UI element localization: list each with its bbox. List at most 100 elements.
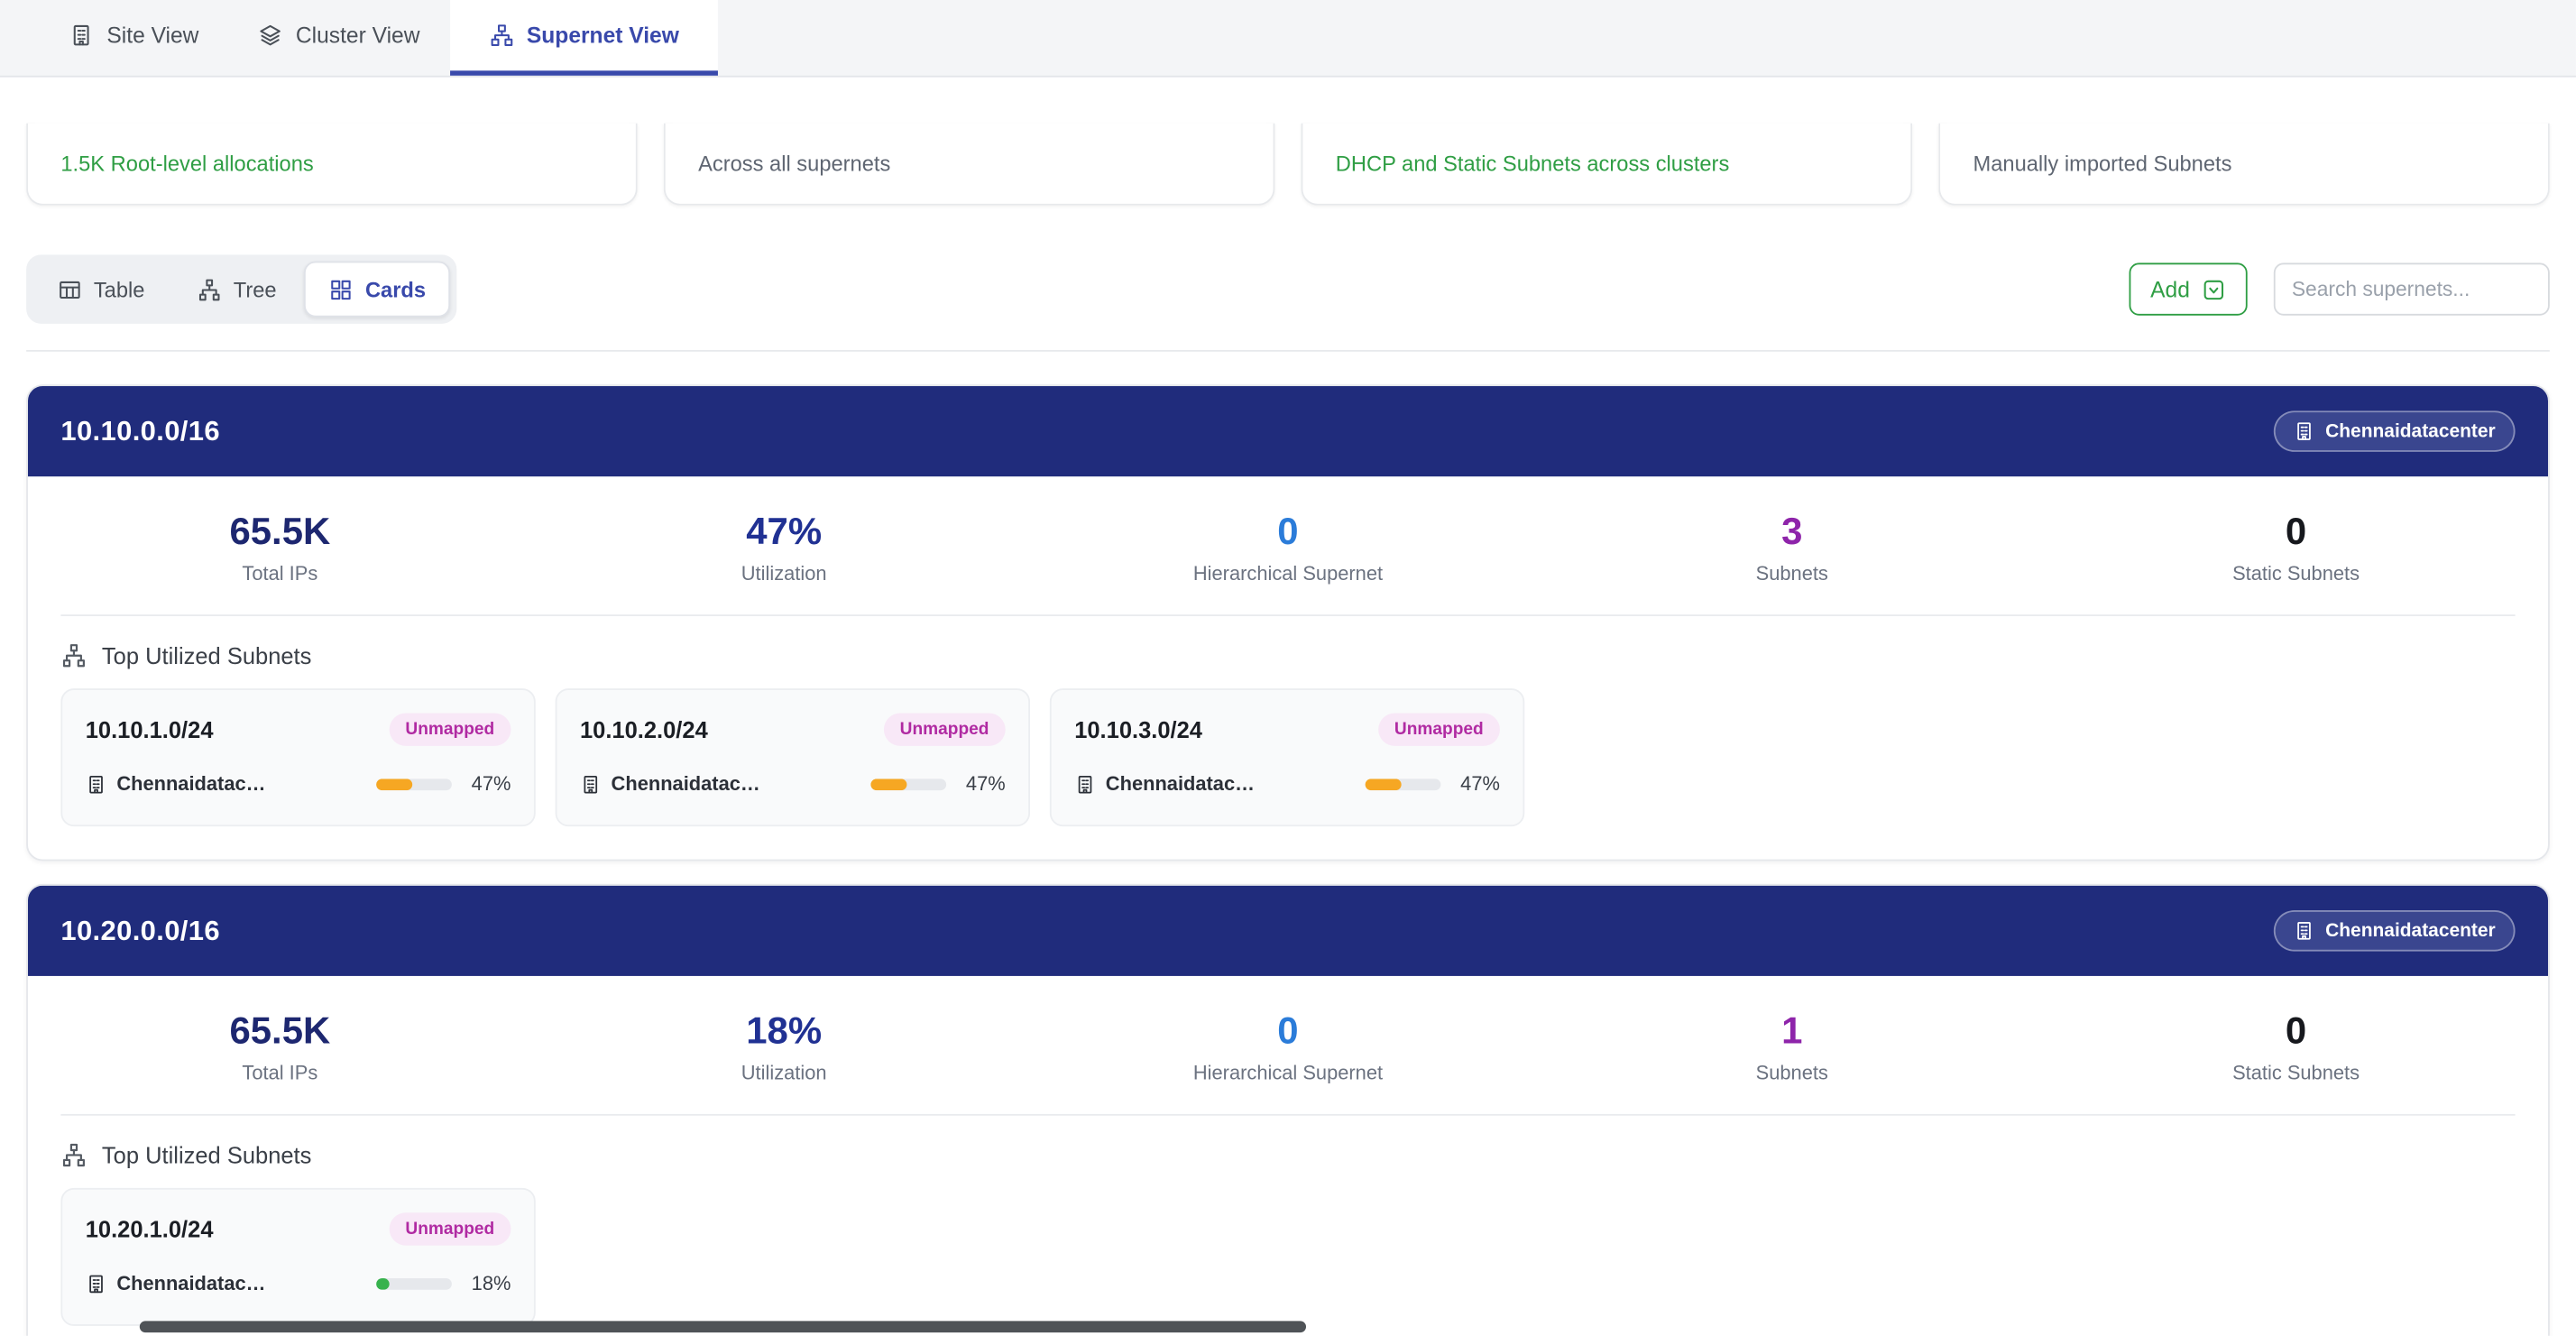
stat-label: Total IPs bbox=[28, 1062, 532, 1084]
view-tabs: Site View Cluster View Supernet View bbox=[0, 0, 2576, 78]
utilization-bar bbox=[870, 778, 946, 789]
table-icon bbox=[58, 277, 82, 301]
subnet-card[interactable]: 10.10.2.0/24 Unmapped Chennaidatacenter … bbox=[556, 688, 1030, 826]
subnet-cidr: 10.10.1.0/24 bbox=[86, 716, 214, 742]
subnet-card[interactable]: 10.20.1.0/24 Unmapped Chennaidatacenter … bbox=[60, 1188, 535, 1326]
unmapped-badge: Unmapped bbox=[1378, 713, 1500, 745]
cards-view-button[interactable]: Cards bbox=[305, 262, 451, 318]
utilization-bar bbox=[376, 778, 452, 789]
search-input[interactable] bbox=[2274, 263, 2550, 315]
stat-label: Utilization bbox=[532, 1062, 1036, 1084]
stat-label: Hierarchical Supernet bbox=[1036, 562, 1541, 585]
stat-value: 0 bbox=[2044, 1009, 2548, 1053]
stat-value: 0 bbox=[1036, 510, 1541, 554]
supernet-card: 10.10.0.0/16 Chennaidatacenter 65.5K Tot… bbox=[26, 384, 2550, 861]
summary-text: Across all supernets bbox=[698, 152, 890, 176]
horizontal-scrollbar-thumb[interactable] bbox=[140, 1321, 1306, 1332]
stat-value: 65.5K bbox=[28, 510, 532, 554]
supernet-cidr: 10.10.0.0/16 bbox=[60, 415, 220, 447]
stat-label: Static Subnets bbox=[2044, 562, 2548, 585]
subnet-site-name: Chennaidatacenter bbox=[1106, 772, 1257, 795]
utilization-percent: 47% bbox=[462, 772, 511, 795]
stat-value: 65.5K bbox=[28, 1009, 532, 1053]
utilization-bar bbox=[1366, 778, 1441, 789]
stat-label: Static Subnets bbox=[2044, 1062, 2548, 1084]
stat-static-subnets: 0 Static Subnets bbox=[2044, 510, 2548, 585]
supernet-stats: 65.5K Total IPs 18% Utilization 0 Hierar… bbox=[28, 976, 2548, 1114]
section-title: Top Utilized Subnets bbox=[102, 642, 311, 668]
summary-card-root-allocations: 1.5K Root-level allocations bbox=[26, 124, 638, 206]
dropdown-caret-icon bbox=[2202, 277, 2226, 301]
stat-value: 47% bbox=[532, 510, 1036, 554]
supernet-card-header: 10.10.0.0/16 Chennaidatacenter bbox=[28, 386, 2548, 476]
divider bbox=[60, 614, 2515, 616]
stat-label: Utilization bbox=[532, 562, 1036, 585]
top-utilized-subnets-title: Top Utilized Subnets bbox=[60, 1142, 2515, 1168]
building-icon bbox=[2295, 420, 2316, 442]
site-badge[interactable]: Chennaidatacenter bbox=[2275, 410, 2516, 452]
button-label: Tree bbox=[234, 277, 277, 301]
building-icon bbox=[69, 23, 93, 47]
summary-card-imported: Manually imported Subnets bbox=[1938, 124, 2550, 206]
network-icon bbox=[489, 23, 513, 47]
subnet-cards-row: 10.20.1.0/24 Unmapped Chennaidatacenter … bbox=[60, 1188, 2515, 1326]
stat-utilization: 18% Utilization bbox=[532, 1009, 1036, 1084]
subnet-site-name: Chennaidatacenter bbox=[116, 772, 268, 795]
stat-label: Total IPs bbox=[28, 562, 532, 585]
tab-site-view[interactable]: Site View bbox=[40, 0, 229, 76]
stat-label: Subnets bbox=[1540, 1062, 2044, 1084]
subnet-card[interactable]: 10.10.1.0/24 Unmapped Chennaidatacenter … bbox=[60, 688, 535, 826]
summary-card-supernets: Across all supernets bbox=[664, 124, 1275, 206]
supernet-card: 10.20.0.0/16 Chennaidatacenter 65.5K Tot… bbox=[26, 884, 2550, 1336]
unmapped-badge: Unmapped bbox=[389, 1212, 511, 1245]
tree-view-button[interactable]: Tree bbox=[172, 262, 301, 318]
table-view-button[interactable]: Table bbox=[32, 262, 169, 318]
summary-card-subnets: DHCP and Static Subnets across clusters bbox=[1302, 124, 1913, 206]
subnet-cidr: 10.10.2.0/24 bbox=[580, 716, 708, 742]
stat-value: 0 bbox=[1036, 1009, 1541, 1053]
summary-text: 1.5K Root-level allocations bbox=[60, 152, 313, 176]
site-badge[interactable]: Chennaidatacenter bbox=[2275, 910, 2516, 952]
stat-utilization: 47% Utilization bbox=[532, 510, 1036, 585]
subnet-card[interactable]: 10.10.3.0/24 Unmapped Chennaidatacenter … bbox=[1050, 688, 1524, 826]
stat-label: Subnets bbox=[1540, 562, 2044, 585]
layers-icon bbox=[258, 23, 282, 47]
subnet-site-name: Chennaidatacenter bbox=[612, 772, 763, 795]
site-badge-label: Chennaidatacenter bbox=[2325, 921, 2496, 941]
tab-supernet-view[interactable]: Supernet View bbox=[449, 0, 718, 76]
utilization-percent: 18% bbox=[462, 1272, 511, 1295]
utilization-percent: 47% bbox=[956, 772, 1006, 795]
cards-grid-icon bbox=[329, 277, 354, 301]
button-label: Cards bbox=[365, 277, 426, 301]
subnet-site-name: Chennaidatacenter bbox=[116, 1272, 268, 1295]
tree-icon bbox=[60, 642, 87, 668]
stat-value: 0 bbox=[2044, 510, 2548, 554]
section-title: Top Utilized Subnets bbox=[102, 1142, 311, 1168]
supernet-card-header: 10.20.0.0/16 Chennaidatacenter bbox=[28, 886, 2548, 976]
supernet-stats: 65.5K Total IPs 47% Utilization 0 Hierar… bbox=[28, 476, 2548, 614]
building-icon bbox=[2295, 920, 2316, 942]
tab-label: Site View bbox=[106, 23, 198, 47]
divider bbox=[26, 350, 2550, 352]
stat-subnets: 3 Subnets bbox=[1540, 510, 2044, 585]
button-label: Table bbox=[94, 277, 145, 301]
view-mode-toggle: Table Tree Cards bbox=[26, 254, 457, 323]
supernet-cidr: 10.20.0.0/16 bbox=[60, 915, 220, 947]
add-button[interactable]: Add bbox=[2129, 263, 2247, 315]
subnet-cidr: 10.10.3.0/24 bbox=[1074, 716, 1202, 742]
building-icon bbox=[1074, 773, 1096, 795]
stat-static-subnets: 0 Static Subnets bbox=[2044, 1009, 2548, 1084]
tab-label: Supernet View bbox=[527, 23, 679, 47]
toolbar: Table Tree Cards Add bbox=[26, 254, 2550, 323]
unmapped-badge: Unmapped bbox=[883, 713, 1005, 745]
site-badge-label: Chennaidatacenter bbox=[2325, 421, 2496, 441]
building-icon bbox=[86, 1273, 107, 1295]
divider bbox=[60, 1114, 2515, 1116]
tree-icon bbox=[198, 277, 222, 301]
utilization-percent: 47% bbox=[1450, 772, 1500, 795]
top-utilized-subnets-title: Top Utilized Subnets bbox=[60, 642, 2515, 668]
tab-cluster-view[interactable]: Cluster View bbox=[228, 0, 449, 76]
stat-label: Hierarchical Supernet bbox=[1036, 1062, 1541, 1084]
unmapped-badge: Unmapped bbox=[389, 713, 511, 745]
utilization-bar bbox=[376, 1277, 452, 1289]
